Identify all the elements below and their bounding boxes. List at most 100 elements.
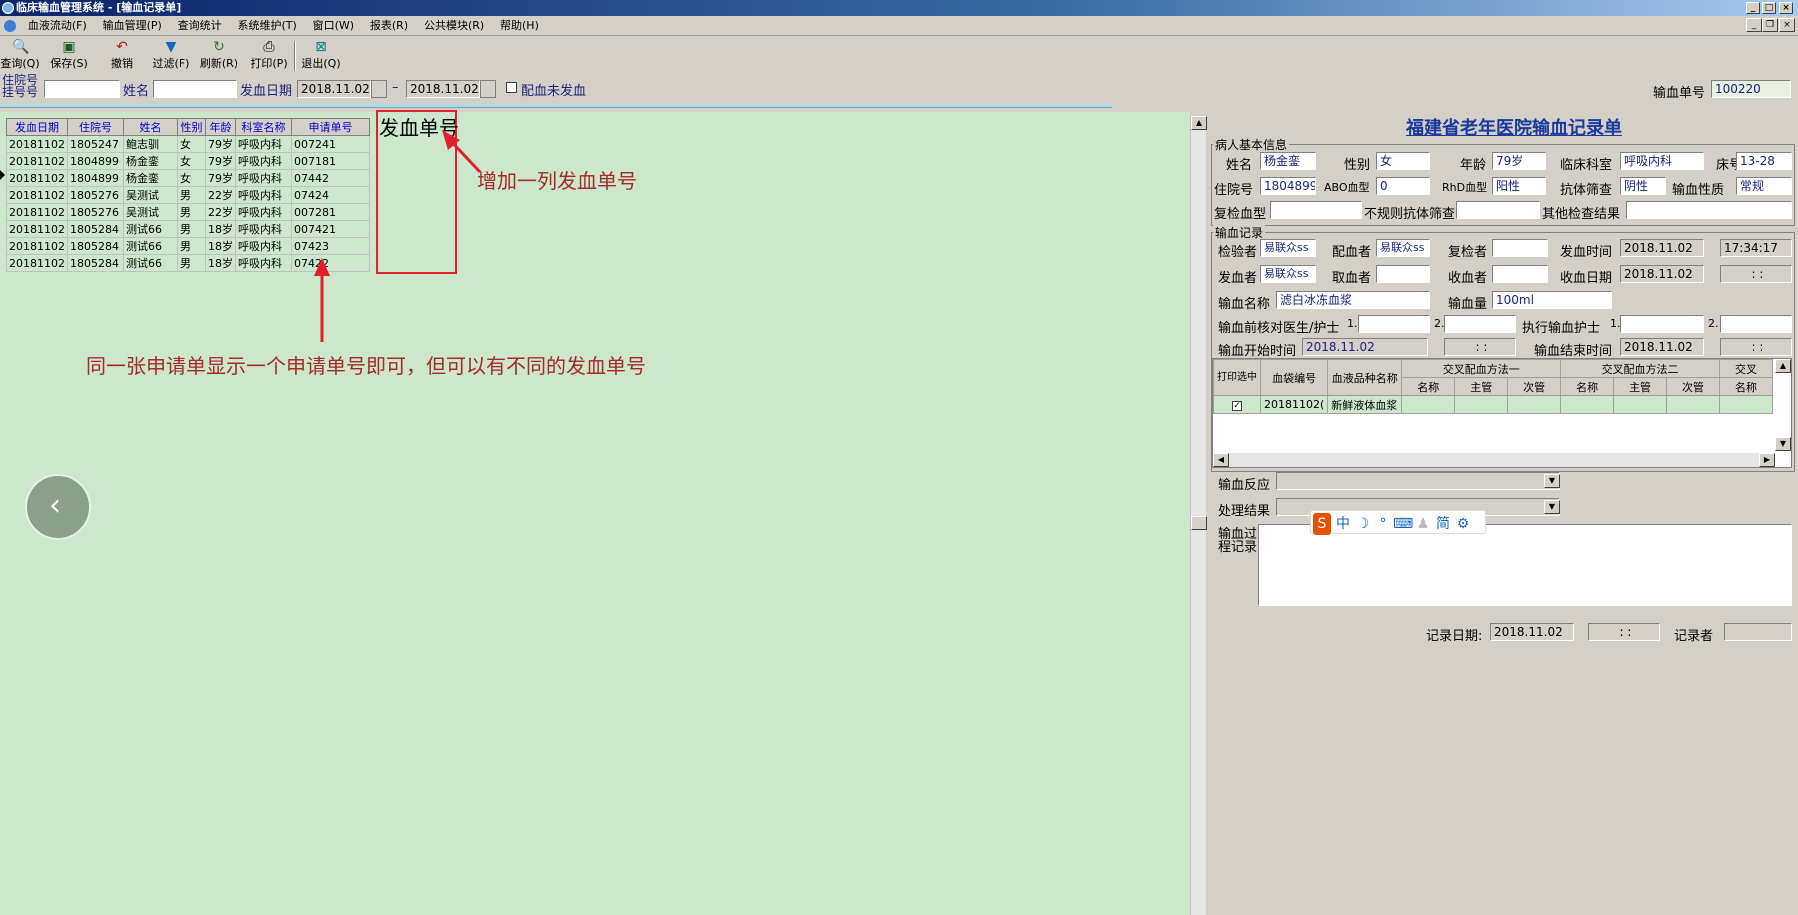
date-from-spin[interactable] <box>371 80 387 98</box>
name-input[interactable] <box>153 80 237 98</box>
table-row[interactable]: 20181102 1805284 测试66 男 18岁 呼吸内科 007421 <box>6 220 370 238</box>
bag-scroll-down[interactable]: ▼ <box>1775 437 1791 451</box>
maximize-button[interactable]: □ <box>1762 2 1776 14</box>
precheck-doctor-2[interactable] <box>1444 315 1516 333</box>
col-cross-method-3[interactable]: 交叉 <box>1719 359 1773 378</box>
ime-toolbar[interactable]: S 中 ☽ ° ⌨ ♟ 简 ⚙ <box>1310 510 1486 535</box>
undo-button[interactable]: ↶ 撤销 <box>104 39 140 71</box>
mdi-minimize-button[interactable]: _ <box>1746 18 1762 32</box>
start-date-field[interactable]: 2018.11.02 <box>1302 338 1428 356</box>
recheck-field[interactable] <box>1270 201 1362 219</box>
ime-chinese-mode[interactable]: 中 <box>1333 513 1353 535</box>
col-cross-method-2[interactable]: 交叉配血方法二 <box>1560 359 1720 378</box>
print-button[interactable]: ⎙ 打印(P) <box>248 39 290 71</box>
dept-field[interactable]: 呼吸内科 <box>1620 152 1704 170</box>
menu-item-query[interactable]: 查询统计 <box>172 16 228 36</box>
antibody-field[interactable]: 阴性 <box>1620 177 1666 195</box>
order-no-input[interactable]: 100220 <box>1711 80 1791 98</box>
taker-field[interactable] <box>1376 265 1430 283</box>
col-product[interactable]: 血液品种名称 <box>1327 359 1403 396</box>
patient-name-field[interactable]: 杨金銮 <box>1260 152 1316 170</box>
receive-date-field[interactable]: 2018.11.02 <box>1620 265 1704 283</box>
col-name-1[interactable]: 名称 <box>1401 377 1456 396</box>
table-row[interactable]: 20181102 1804899 杨金銮女 79岁 呼吸内科 007181 <box>6 152 370 170</box>
bag-scroll-up[interactable]: ▲ <box>1775 359 1791 373</box>
inpatient-no-field[interactable]: 1804899 <box>1260 177 1316 195</box>
table-row[interactable]: 20181102 1804899 杨金銮女 79岁 呼吸内科 07442 <box>6 169 370 187</box>
start-time-field[interactable]: : : <box>1444 338 1516 356</box>
refresh-button[interactable]: ↻ 刷新(R) <box>198 39 240 71</box>
col-inpatient[interactable]: 住院号 <box>67 118 124 136</box>
chevron-down-icon[interactable]: ▼ <box>1544 474 1560 488</box>
receiver-field[interactable] <box>1492 265 1548 283</box>
close-button[interactable]: × <box>1779 2 1793 14</box>
issuer-field[interactable]: 易联众ss <box>1260 265 1316 283</box>
record-time-field[interactable]: : : <box>1588 623 1660 641</box>
ime-simplified[interactable]: 简 <box>1433 513 1453 535</box>
scroll-up-button[interactable]: ▲ <box>1191 116 1207 130</box>
col-age[interactable]: 年龄 <box>205 118 236 136</box>
scroll-thumb[interactable] <box>1191 516 1207 530</box>
col-minor-1[interactable]: 次管 <box>1507 377 1562 396</box>
date-from-input[interactable]: 2018.11.02 <box>297 80 371 98</box>
bag-scroll-left[interactable]: ◀ <box>1213 453 1229 467</box>
precheck-doctor-1[interactable] <box>1358 315 1430 333</box>
blood-name-field[interactable]: 滤白冰冻血浆 <box>1276 291 1430 309</box>
exit-button[interactable]: ⊠ 退出(Q) <box>300 39 342 71</box>
keyboard-icon[interactable]: ⌨ <box>1393 513 1413 535</box>
end-date-field[interactable]: 2018.11.02 <box>1620 338 1704 356</box>
inpatient-input[interactable] <box>44 80 120 98</box>
menu-item-transfusion[interactable]: 输血管理(P) <box>97 16 168 36</box>
table-row[interactable]: 20181102 1805276 吴测试男 22岁 呼吸内科 07424 <box>6 186 370 204</box>
chevron-down-icon[interactable]: ▼ <box>1544 500 1560 514</box>
bag-scroll-right[interactable]: ▶ <box>1759 453 1775 467</box>
mdi-close-button[interactable]: × <box>1779 18 1795 32</box>
col-sex[interactable]: 性别 <box>177 118 206 136</box>
matcher-field[interactable]: 易联众ss <box>1376 239 1430 257</box>
exec-nurse-2[interactable] <box>1720 315 1792 333</box>
menu-item-blood-flow[interactable]: 血液流动(F) <box>22 16 93 36</box>
col-print-selected[interactable]: 打印选中 <box>1213 359 1261 396</box>
amount-field[interactable]: 100ml <box>1492 291 1612 309</box>
moon-icon[interactable]: ☽ <box>1353 513 1373 535</box>
table-row[interactable]: 20181102 1805247 鲍志驯女 79岁 呼吸内科 007241 <box>6 135 370 153</box>
date-to-input[interactable]: 2018.11.02 <box>406 80 480 98</box>
col-main-1[interactable]: 主管 <box>1454 377 1509 396</box>
receive-time-field[interactable]: : : <box>1720 265 1792 283</box>
bag-print-checkbox[interactable]: ✓ <box>1213 395 1261 414</box>
rechecker-field[interactable] <box>1492 239 1548 257</box>
matched-not-issued-checkbox[interactable] <box>506 82 517 93</box>
process-record-textarea[interactable] <box>1258 524 1792 606</box>
col-dept[interactable]: 科室名称 <box>235 118 292 136</box>
menu-item-report[interactable]: 报表(R) <box>364 16 414 36</box>
bag-hscrollbar[interactable] <box>1213 453 1775 467</box>
user-icon[interactable]: ♟ <box>1413 513 1433 535</box>
sogou-logo-icon[interactable]: S <box>1313 513 1331 535</box>
recorder-field[interactable] <box>1724 623 1792 641</box>
menu-item-public[interactable]: 公共模块(R) <box>418 16 490 36</box>
filter-button[interactable]: ▼ 过滤(F) <box>150 39 192 71</box>
reaction-select[interactable] <box>1276 472 1560 490</box>
save-button[interactable]: ▣ 保存(S) <box>48 39 90 71</box>
menu-item-help[interactable]: 帮助(H) <box>494 16 545 36</box>
back-button[interactable]: ‹ <box>25 474 91 540</box>
mdi-restore-button[interactable]: ❐ <box>1762 18 1778 32</box>
menu-item-system[interactable]: 系统维护(T) <box>231 16 302 36</box>
col-application-no[interactable]: 申请单号 <box>291 118 370 136</box>
bed-field[interactable]: 13-28 <box>1736 152 1792 170</box>
col-main-2[interactable]: 主管 <box>1613 377 1668 396</box>
vertical-scrollbar[interactable]: ▲ <box>1190 116 1207 915</box>
col-name-2[interactable]: 名称 <box>1560 377 1615 396</box>
col-name-3[interactable]: 名称 <box>1719 377 1773 396</box>
end-time-field[interactable]: : : <box>1720 338 1792 356</box>
date-to-spin[interactable] <box>480 80 496 98</box>
issue-date-field[interactable]: 2018.11.02 <box>1620 239 1704 257</box>
document-icon[interactable] <box>4 20 16 32</box>
query-button[interactable]: 🔍 查询(Q) <box>0 39 40 71</box>
gear-icon[interactable]: ⚙ <box>1453 513 1473 535</box>
col-minor-2[interactable]: 次管 <box>1666 377 1720 396</box>
rhd-field[interactable]: 阳性 <box>1492 177 1546 195</box>
col-name[interactable]: 姓名 <box>123 118 178 136</box>
col-bag-no[interactable]: 血袋编号 <box>1259 359 1329 396</box>
irregular-field[interactable] <box>1456 201 1540 219</box>
